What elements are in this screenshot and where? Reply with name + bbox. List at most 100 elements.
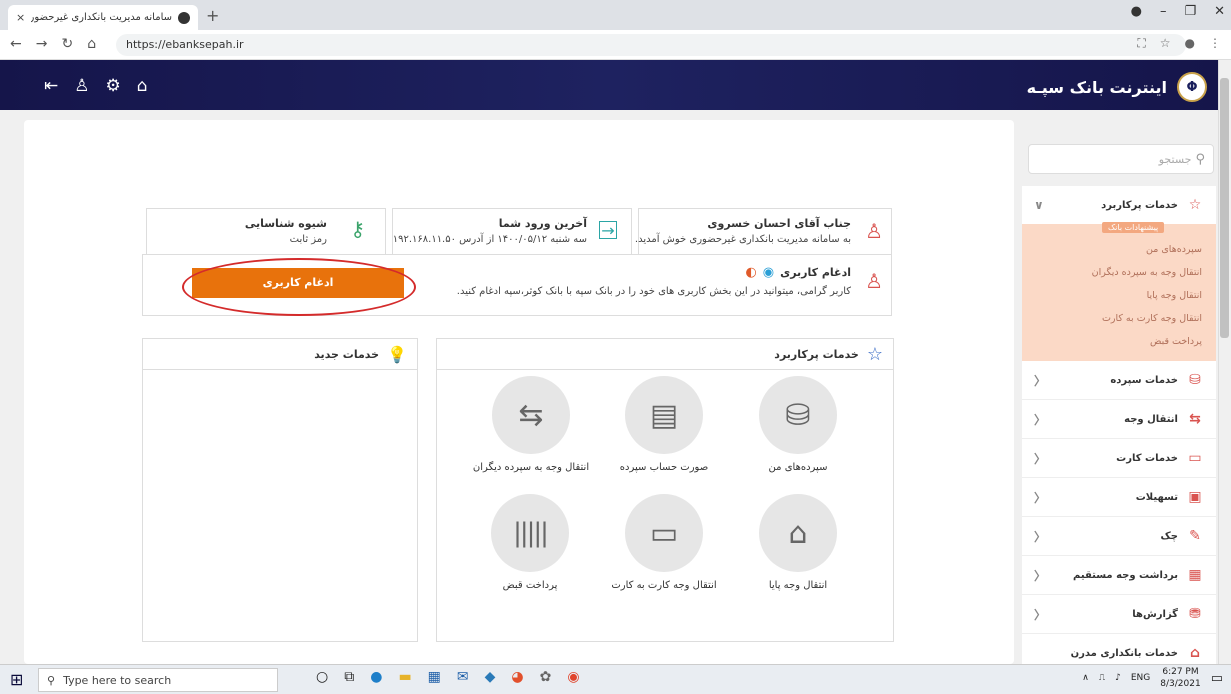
file-explorer-icon[interactable]: ▬ xyxy=(398,669,411,685)
paint-icon[interactable]: ◕ xyxy=(511,669,523,685)
user-icon: ♙ xyxy=(865,269,883,293)
service-tile[interactable]: ⇆ انتقال وجه به سپرده دیگران xyxy=(456,376,606,473)
star-icon: ☆ xyxy=(866,343,883,365)
url-field[interactable]: https://ebanksepah.ir xyxy=(116,34,1186,56)
taskbar-search[interactable]: ⚲ Type here to search xyxy=(38,668,278,692)
suggest-item[interactable]: پرداخت قبض xyxy=(1036,330,1202,353)
suggest-item[interactable]: سپرده‌های من xyxy=(1036,238,1202,261)
app-icon[interactable]: ✿ xyxy=(540,669,552,685)
service-tile[interactable]: ⛁ سپرده‌های من xyxy=(738,376,858,473)
suggest-item[interactable]: انتقال وجه کارت به کارت xyxy=(1036,307,1202,330)
sidebar-item-card[interactable]: ▭ خدمات کارت 〈 xyxy=(1022,439,1216,478)
restore-icon[interactable]: ❐ xyxy=(1184,4,1196,19)
browser-tab[interactable]: سامانه مدیریت بانکداری غیرحضوری × xyxy=(8,5,198,30)
search-input[interactable]: جستجو xyxy=(1037,153,1192,166)
sidebar-item-label: خدمات پرکاربرد xyxy=(1101,199,1178,211)
cheque-icon: ✎ xyxy=(1189,528,1201,544)
search-icon: ⚲ xyxy=(1195,151,1205,167)
statement-icon: ▤ xyxy=(625,376,703,454)
chevron-left-icon: 〈 xyxy=(1034,490,1047,505)
search-box[interactable]: ⚲ جستجو xyxy=(1028,144,1214,174)
header-icons: ⇤ ♙ ⚙ ⌂ xyxy=(44,76,148,96)
translate-icon[interactable]: ⛶ xyxy=(1137,36,1145,51)
window-controls: ● – ❐ ✕ xyxy=(1131,4,1225,19)
taskbar-apps: ○ ⧉ ● ▬ ▦ ✉ ◆ ◕ ✿ ◉ xyxy=(316,669,580,685)
taskbar-search-input[interactable]: Type here to search xyxy=(63,674,171,687)
clock-time: 6:27 PM xyxy=(1162,667,1199,677)
chevron-left-icon: 〈 xyxy=(1034,373,1047,388)
sidebar-item-label: تسهیلات xyxy=(1135,491,1178,503)
bank-transfer-icon: ⌂ xyxy=(759,494,837,572)
last-login-detail: سه شنبه ۱۴۰۰/۰۵/۱۲ از آدرس ۱۹۲.۱۶۸.۱۱.۵۰ xyxy=(392,234,587,245)
sidebar-item-label: انتقال وجه xyxy=(1124,413,1178,425)
bank-logo-icon: Φ xyxy=(1177,72,1207,102)
sidebar-item-label: خدمات سپرده xyxy=(1110,374,1178,386)
sidebar-item-deposit[interactable]: ⛁ خدمات سپرده 〈 xyxy=(1022,361,1216,400)
welcome-message: به سامانه مدیریت بانکداری غیرحضوری خوش آ… xyxy=(634,234,851,245)
home-icon[interactable]: ⌂ xyxy=(87,36,96,52)
chrome-icon[interactable]: ◉ xyxy=(567,669,579,685)
kowsar-logo-icon: ◐ xyxy=(745,265,757,280)
brand[interactable]: Φ اینترنت بانک سپـه xyxy=(1027,72,1207,102)
last-login-title: آخرین ورود شما xyxy=(498,217,587,230)
sidebar-item-loan[interactable]: ▣ تسهیلات 〈 xyxy=(1022,478,1216,517)
close-tab-icon[interactable]: × xyxy=(16,11,25,24)
sidebar-item-label: خدمات کارت xyxy=(1116,452,1178,464)
suggest-tag: پیشنهادات بانک xyxy=(1102,222,1165,233)
scrollbar-thumb[interactable] xyxy=(1220,78,1229,338)
logout-icon[interactable]: ⇤ xyxy=(44,76,58,96)
cortana-icon[interactable]: ○ xyxy=(316,669,328,685)
sidebar-item-reports[interactable]: ⛃ گزارش‌ها 〈 xyxy=(1022,595,1216,634)
last-login-card: → آخرین ورود شما سه شنبه ۱۴۰۰/۰۵/۱۲ از آ… xyxy=(392,208,632,256)
mail-icon[interactable]: ✉ xyxy=(457,669,469,685)
sidebar-item-label: گزارش‌ها xyxy=(1132,608,1178,620)
service-label: صورت حساب سپرده xyxy=(619,462,709,473)
clock[interactable]: 6:27 PM 8/3/2021 xyxy=(1160,666,1200,690)
service-tile[interactable]: ||||| پرداخت قبض xyxy=(470,494,590,591)
tray-expand-icon[interactable]: ∧ xyxy=(1082,673,1089,683)
app-icon[interactable]: ◆ xyxy=(485,669,496,685)
edge-icon[interactable]: ● xyxy=(370,669,382,685)
sidebar-item-label: چک xyxy=(1160,530,1178,542)
transfer-icon: ⇆ xyxy=(1189,411,1201,427)
suggest-item[interactable]: انتقال وجه پایا xyxy=(1036,284,1202,307)
menu-dots-icon[interactable]: ⋮ xyxy=(1209,36,1221,51)
close-window-icon[interactable]: ✕ xyxy=(1214,4,1225,19)
card-icon: ▭ xyxy=(1188,450,1202,466)
profile-dot-icon[interactable]: ● xyxy=(1131,4,1142,19)
notifications-icon[interactable]: ▭ xyxy=(1211,671,1223,686)
new-tab-button[interactable]: + xyxy=(206,6,219,25)
chevron-left-icon: 〈 xyxy=(1034,529,1047,544)
reports-icon: ⛃ xyxy=(1189,606,1201,622)
store-icon[interactable]: ▦ xyxy=(428,669,441,685)
service-label: انتقال وجه پایا xyxy=(768,580,828,591)
welcome-card: ♙ جناب آقای احسان خسروی به سامانه مدیریت… xyxy=(634,208,892,256)
home-icon[interactable]: ⌂ xyxy=(137,76,148,96)
minimize-icon[interactable]: – xyxy=(1160,4,1167,19)
forward-icon[interactable]: → xyxy=(36,36,48,52)
service-tile[interactable]: ▭ انتقال وجه کارت به کارت xyxy=(604,494,724,591)
sidebar-item-cheque[interactable]: ✎ چک 〈 xyxy=(1022,517,1216,556)
volume-icon[interactable]: ♪ xyxy=(1115,673,1121,683)
sidebar-item-transfer[interactable]: ⇆ انتقال وجه 〈 xyxy=(1022,400,1216,439)
service-tile[interactable]: ▤ صورت حساب سپرده xyxy=(604,376,724,473)
user-icon[interactable]: ♙ xyxy=(74,76,89,96)
service-label: انتقال وجه به سپرده دیگران xyxy=(472,462,590,473)
gear-icon[interactable]: ⚙ xyxy=(106,76,121,96)
service-tile[interactable]: ⌂ انتقال وجه پایا xyxy=(738,494,858,591)
barcode-icon: ||||| xyxy=(491,494,569,572)
bookmark-star-icon[interactable]: ☆ xyxy=(1160,36,1171,51)
sidebar-item-direct-debit[interactable]: ▦ برداشت وجه مستقیم 〈 xyxy=(1022,556,1216,595)
language-indicator[interactable]: ENG xyxy=(1131,673,1150,683)
windows-start-icon[interactable]: ⊞ xyxy=(10,670,23,689)
back-icon[interactable]: ← xyxy=(10,36,22,52)
suggest-item[interactable]: انتقال وجه به سپرده دیگران xyxy=(1036,261,1202,284)
reload-icon[interactable]: ↻ xyxy=(61,36,73,52)
account-icon[interactable]: ● xyxy=(1185,36,1195,51)
system-tray: ∧ ⎍ ♪ ENG 6:27 PM 8/3/2021 ▭ xyxy=(1082,666,1223,690)
chevron-left-icon: 〈 xyxy=(1034,568,1047,583)
sidebar-item-popular[interactable]: ☆ خدمات پرکاربرد ∨ xyxy=(1022,186,1216,224)
star-icon: ☆ xyxy=(1188,197,1202,213)
network-icon[interactable]: ⎍ xyxy=(1099,673,1105,683)
task-view-icon[interactable]: ⧉ xyxy=(344,669,354,685)
